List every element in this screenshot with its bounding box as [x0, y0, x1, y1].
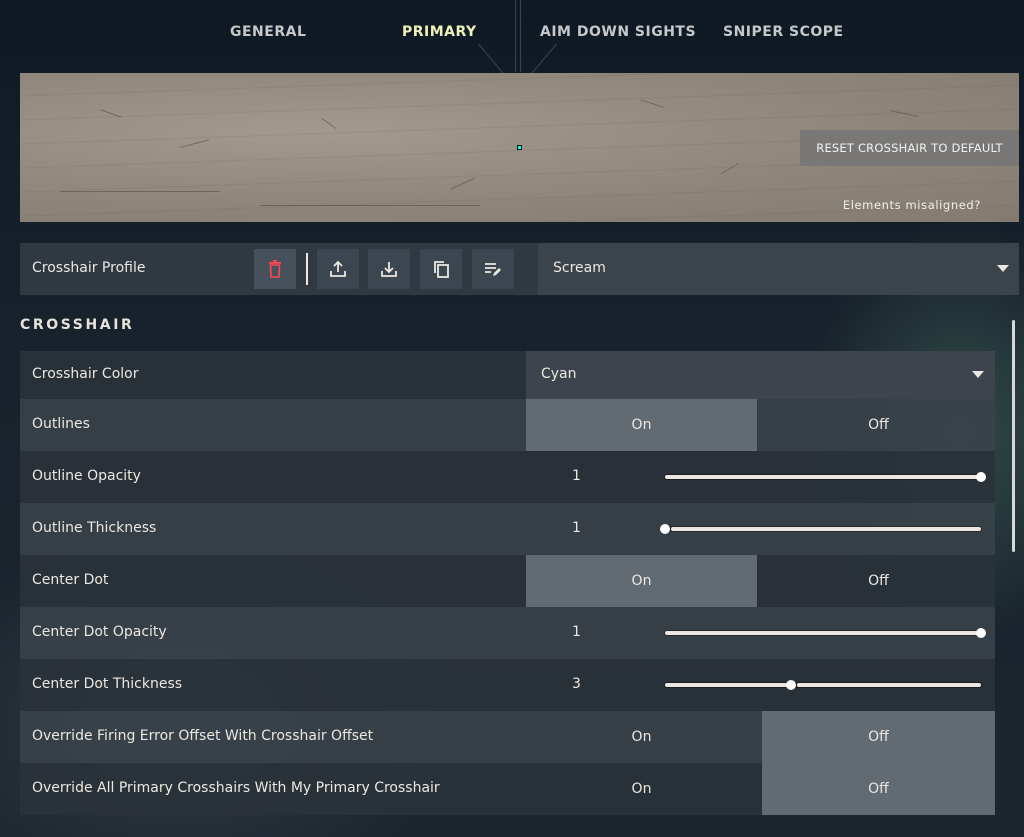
- slider-handle[interactable]: [976, 628, 986, 638]
- wall-texture: [890, 110, 918, 117]
- outlines-off-toggle[interactable]: Off: [762, 399, 995, 451]
- slider-track-rest: [797, 683, 981, 687]
- setting-row-outline-opacity: Outline Opacity 1: [20, 451, 995, 503]
- outline-opacity-value[interactable]: 1: [572, 468, 581, 484]
- setting-label: Crosshair Color: [32, 366, 139, 382]
- outline-thickness-value[interactable]: 1: [572, 520, 581, 536]
- setting-row-center-dot-thickness: Center Dot Thickness 3: [20, 659, 995, 711]
- setting-label: Override All Primary Crosshairs With My …: [32, 780, 440, 796]
- override-all-primary-off-toggle[interactable]: Off: [762, 763, 995, 815]
- wall-texture: [640, 99, 664, 108]
- settings-tabs: GENERAL PRIMARY AIM DOWN SIGHTS SNIPER S…: [0, 0, 1024, 75]
- rename-profile-button[interactable]: [472, 249, 514, 289]
- setting-label: Override Firing Error Offset With Crossh…: [32, 728, 374, 744]
- delete-profile-button[interactable]: [254, 249, 296, 289]
- center-dot-on-toggle[interactable]: On: [526, 555, 757, 607]
- section-title: CROSSHAIR: [20, 317, 135, 333]
- setting-label: Center Dot Thickness: [32, 676, 183, 692]
- center-dot-thickness-value[interactable]: 3: [572, 676, 581, 692]
- setting-row-crosshair-color: Crosshair Color Cyan: [20, 351, 995, 399]
- slider-fill: [665, 631, 981, 635]
- wall-texture: [721, 163, 739, 174]
- wall-texture: [321, 117, 337, 130]
- slider-fill: [665, 475, 981, 479]
- crosshair-color-value: Cyan: [541, 366, 577, 382]
- reset-crosshair-button[interactable]: RESET CROSSHAIR TO DEFAULT: [800, 130, 1019, 166]
- crosshair-center-dot: [517, 145, 522, 150]
- scrollbar[interactable]: [1012, 320, 1015, 552]
- tab-divider-line-2: [520, 0, 521, 72]
- crosshair-profile-bar: Crosshair Profile Scream: [20, 243, 1019, 295]
- profile-dropdown-value: Scream: [553, 260, 606, 276]
- tab-general[interactable]: GENERAL: [230, 24, 306, 40]
- wall-texture: [60, 191, 220, 192]
- slider-fill: [665, 683, 791, 687]
- slider-track-rest: [671, 527, 981, 531]
- duplicate-profile-button[interactable]: [420, 249, 462, 289]
- setting-row-center-dot-opacity: Center Dot Opacity 1: [20, 607, 995, 659]
- setting-label: Outlines: [32, 416, 90, 432]
- tab-aim-down-sights[interactable]: AIM DOWN SIGHTS: [540, 24, 696, 40]
- tab-sniper-scope[interactable]: SNIPER SCOPE: [723, 24, 844, 40]
- profile-dropdown[interactable]: Scream: [538, 243, 1019, 295]
- export-profile-button[interactable]: [317, 249, 359, 289]
- center-dot-off-toggle[interactable]: Off: [762, 555, 995, 607]
- setting-row-outlines: Outlines On Off: [20, 399, 995, 451]
- crosshair-color-dropdown[interactable]: Cyan: [526, 351, 995, 399]
- slider-handle[interactable]: [786, 680, 796, 690]
- edit-list-icon: [485, 263, 501, 276]
- center-dot-opacity-value[interactable]: 1: [572, 624, 581, 640]
- override-all-primary-on-toggle[interactable]: On: [526, 763, 757, 815]
- download-icon: [381, 262, 397, 277]
- chevron-down-icon: [997, 265, 1009, 272]
- wall-texture: [451, 177, 475, 190]
- setting-row-outline-thickness: Outline Thickness 1: [20, 503, 995, 555]
- setting-label: Outline Thickness: [32, 520, 157, 536]
- center-dot-thickness-slider[interactable]: [665, 680, 981, 690]
- crosshair-profile-label: Crosshair Profile: [32, 260, 146, 276]
- outlines-on-toggle[interactable]: On: [526, 399, 757, 451]
- copy-icon: [434, 261, 449, 278]
- center-dot-opacity-slider[interactable]: [665, 628, 986, 638]
- tab-divider-line: [515, 0, 516, 72]
- trash-icon: [269, 260, 281, 278]
- slider-handle[interactable]: [660, 524, 670, 534]
- setting-row-override-all-primary: Override All Primary Crosshairs With My …: [20, 763, 995, 815]
- elements-misaligned-link[interactable]: Elements misaligned?: [843, 198, 981, 212]
- slider-handle[interactable]: [976, 472, 986, 482]
- setting-row-center-dot: Center Dot On Off: [20, 555, 995, 607]
- tab-primary[interactable]: PRIMARY: [402, 24, 477, 40]
- wall-texture: [180, 139, 210, 148]
- setting-label: Outline Opacity: [32, 468, 141, 484]
- setting-label: Center Dot Opacity: [32, 624, 167, 640]
- import-profile-button[interactable]: [368, 249, 410, 289]
- wall-texture: [100, 109, 122, 118]
- outline-thickness-slider[interactable]: [660, 524, 981, 534]
- tab-accent-line-2: [530, 43, 557, 75]
- toolbar-divider: [306, 253, 308, 285]
- chevron-down-icon: [972, 371, 984, 378]
- upload-icon: [330, 260, 346, 277]
- setting-row-override-firing-error: Override Firing Error Offset With Crossh…: [20, 711, 995, 763]
- override-firing-error-off-toggle[interactable]: Off: [762, 711, 995, 763]
- tab-accent-line: [478, 43, 505, 75]
- override-firing-error-on-toggle[interactable]: On: [526, 711, 757, 763]
- outline-opacity-slider[interactable]: [665, 472, 986, 482]
- setting-label: Center Dot: [32, 572, 109, 588]
- wall-texture: [260, 205, 480, 206]
- crosshair-preview: RESET CROSSHAIR TO DEFAULT Elements misa…: [20, 73, 1019, 222]
